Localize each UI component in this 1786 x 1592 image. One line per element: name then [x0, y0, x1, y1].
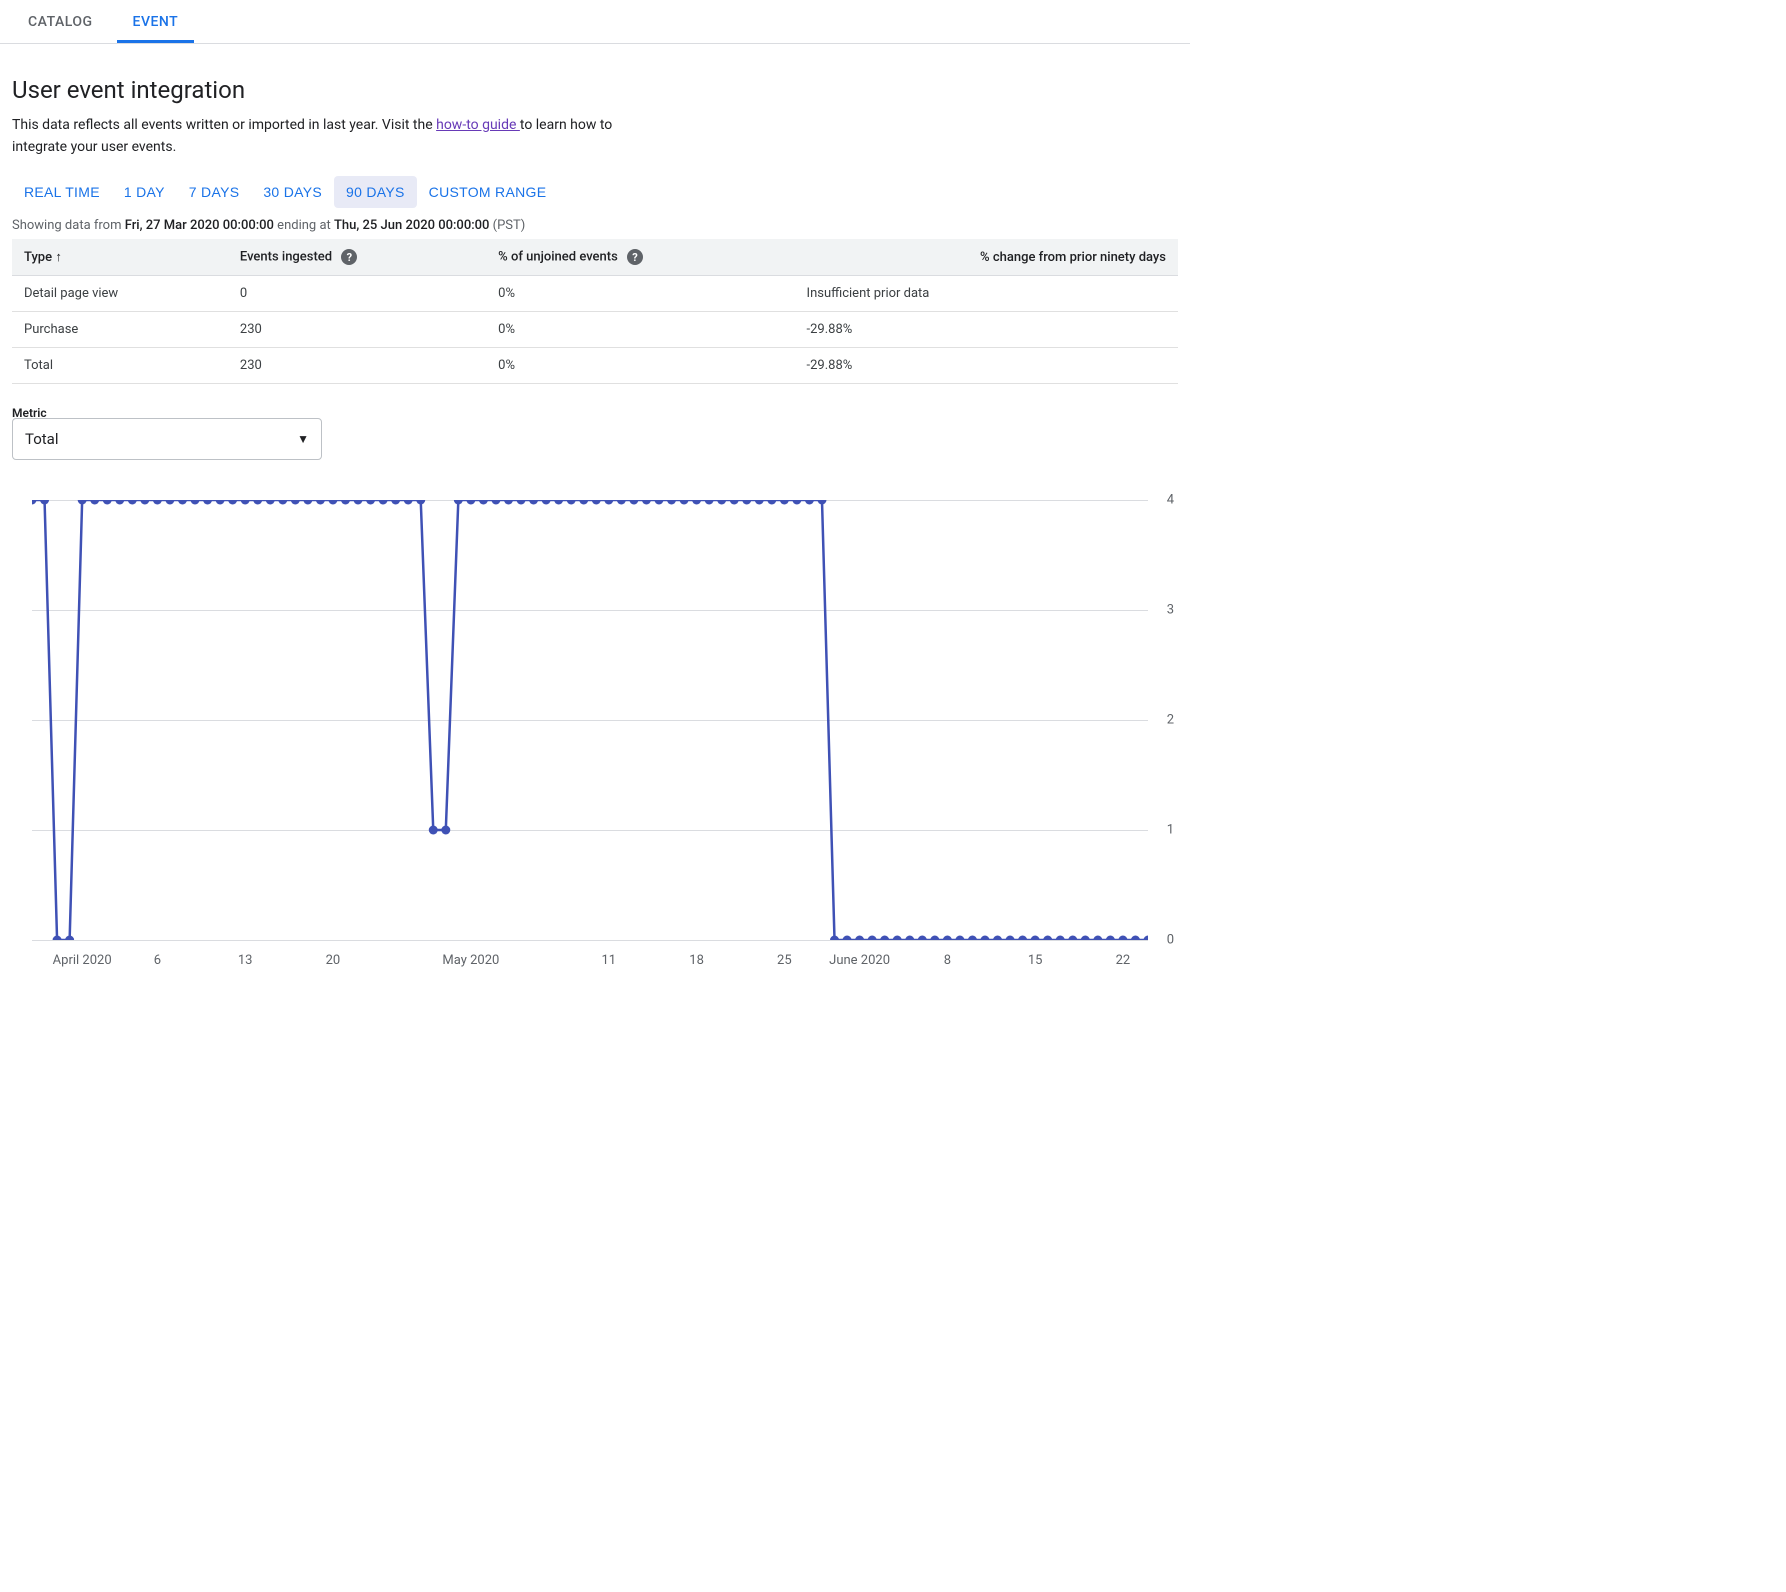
range-real-time[interactable]: REAL TIME	[12, 176, 112, 208]
range-7-days[interactable]: 7 DAYS	[177, 176, 252, 208]
x-tick: 22	[1116, 953, 1131, 968]
time-range-selector: REAL TIME1 DAY7 DAYS30 DAYS90 DAYSCUSTOM…	[12, 176, 1178, 208]
metric-select[interactable]: Total ▼	[12, 418, 322, 460]
x-tick: 13	[238, 953, 253, 968]
x-tick: June 2020	[829, 953, 890, 968]
x-tick: 25	[777, 953, 792, 968]
y-tick: 1	[1167, 823, 1174, 838]
range-30-days[interactable]: 30 DAYS	[251, 176, 334, 208]
range-90-days[interactable]: 90 DAYS	[334, 176, 417, 208]
x-tick: 8	[944, 953, 951, 968]
x-tick: 18	[689, 953, 704, 968]
table-row: Purchase2300%-29.88%	[12, 312, 1178, 348]
x-tick: 20	[326, 953, 341, 968]
y-tick: 3	[1167, 603, 1174, 618]
chevron-down-icon: ▼	[297, 432, 309, 446]
how-to-guide-link[interactable]: how-to guide	[436, 117, 520, 133]
x-tick: April 2020	[53, 953, 112, 968]
y-tick: 4	[1167, 493, 1174, 508]
table-row: Detail page view00%Insufficient prior da…	[12, 276, 1178, 312]
y-tick: 2	[1167, 713, 1174, 728]
top-tabs: CATALOG EVENT	[0, 0, 1190, 44]
showing-range: Showing data from Fri, 27 Mar 2020 00:00…	[12, 218, 1178, 233]
x-tick: May 2020	[442, 953, 499, 968]
col-change[interactable]: % change from prior ninety days	[795, 239, 1178, 276]
help-icon[interactable]: ?	[627, 249, 643, 265]
x-tick: 15	[1028, 953, 1043, 968]
events-table: Type ↑ Events ingested ? % of unjoined e…	[12, 239, 1178, 384]
page-description: This data reflects all events written or…	[12, 114, 652, 158]
range-custom-range[interactable]: CUSTOM RANGE	[417, 176, 559, 208]
page-title: User event integration	[12, 76, 1178, 104]
table-row: Total2300%-29.88%	[12, 348, 1178, 384]
x-tick: 6	[154, 953, 161, 968]
tab-catalog[interactable]: CATALOG	[12, 0, 109, 43]
col-events-ingested[interactable]: Events ingested ?	[228, 239, 486, 276]
col-unjoined[interactable]: % of unjoined events ?	[486, 239, 794, 276]
range-1-day[interactable]: 1 DAY	[112, 176, 177, 208]
events-chart: 01234April 202061320May 2020111825June 2…	[12, 500, 1178, 980]
col-type[interactable]: Type ↑	[12, 239, 228, 276]
arrow-up-icon: ↑	[55, 250, 62, 265]
y-tick: 0	[1167, 933, 1174, 948]
tab-event[interactable]: EVENT	[117, 0, 195, 43]
help-icon[interactable]: ?	[341, 249, 357, 265]
x-tick: 11	[601, 953, 616, 968]
